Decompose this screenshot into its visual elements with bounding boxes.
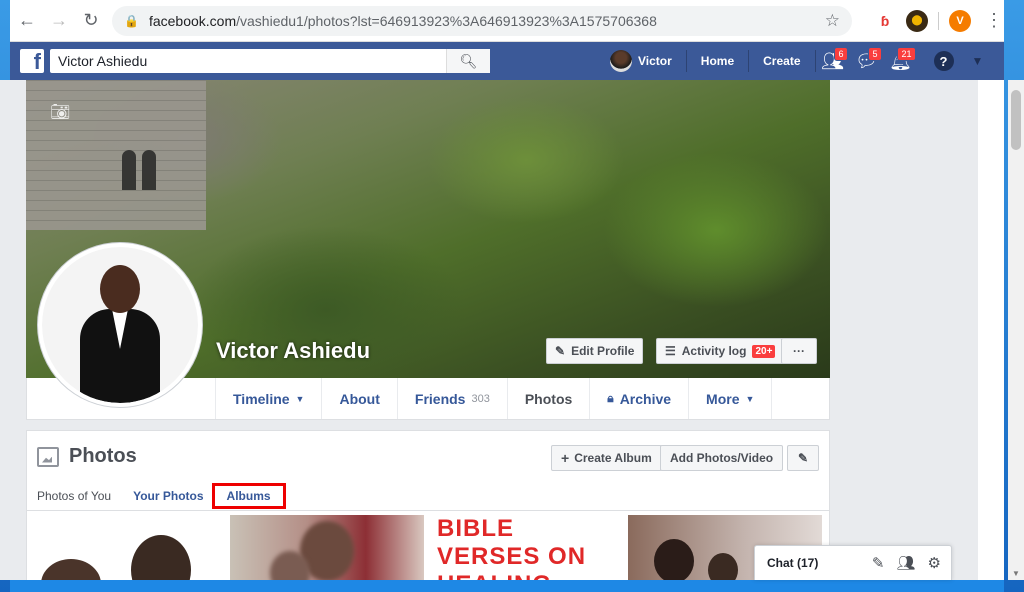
photo-thumbnail[interactable] [31, 515, 225, 580]
tab-albums[interactable]: Albums [211, 483, 286, 509]
search-icon[interactable]: 🔍︎ [446, 49, 490, 73]
photos-icon [37, 446, 59, 467]
browser-menu-icon[interactable]: ⋮ [985, 10, 1003, 31]
activity-log-badge: 20+ [752, 344, 776, 358]
friends-count: 303 [471, 392, 490, 405]
profile-picture-head [100, 265, 140, 313]
cover-window [122, 150, 136, 190]
tab-label: About [339, 390, 380, 407]
scrollbar-thumb[interactable] [1011, 90, 1021, 150]
profile-name[interactable]: Victor Ashiedu [216, 338, 370, 364]
help-icon[interactable]: ? [933, 51, 954, 71]
chevron-down-icon: ▼ [295, 393, 305, 404]
pencil-icon: ✎ [797, 451, 809, 465]
list-icon: ☰ [665, 344, 676, 358]
photo-text: BIBLE VERSES ON HEALING [437, 515, 587, 580]
create-album-button[interactable]: + Create Album [551, 445, 662, 471]
tab-label: Timeline [233, 390, 290, 407]
forward-icon[interactable]: → [44, 6, 74, 36]
photo-person [41, 559, 101, 580]
reload-icon[interactable]: ↻ [76, 6, 106, 36]
tab-label: More [706, 390, 740, 407]
account-menu-caret-icon[interactable]: ▼ [972, 54, 984, 68]
header-right-nav: Victor Home Create 👥︎ 6 💬︎ 5 🔔︎ 21 ? ▼ [610, 42, 983, 80]
tab-more[interactable]: More ▼ [688, 378, 773, 419]
chat-bar[interactable]: Chat (17) ✎ 👥︎ ⚙ [754, 545, 952, 580]
edit-profile-label: Edit Profile [571, 344, 635, 358]
header-user-name: Victor [638, 54, 672, 68]
tab-label: Friends [414, 390, 466, 407]
page-scrollbar[interactable]: ▼ [1008, 80, 1024, 580]
url-path: /vashiedu1/photos?lst=646913923%3A646913… [236, 12, 657, 29]
edit-photos-button[interactable]: ✎ [787, 445, 819, 471]
edit-profile-button[interactable]: ✎ Edit Profile [546, 338, 644, 364]
chevron-down-icon: ▼ [745, 393, 755, 404]
plus-icon: + [561, 450, 570, 466]
create-album-label: Create Album [574, 451, 652, 465]
address-bar[interactable]: 🔒 facebook.com/vashiedu1/photos?lst=6469… [112, 5, 852, 36]
create-link[interactable]: Create [749, 50, 816, 72]
sub-tabs-divider [27, 510, 829, 511]
more-options-button[interactable]: ··· [781, 338, 817, 364]
tab-timeline[interactable]: Timeline ▼ [215, 378, 321, 419]
tab-archive[interactable]: 🔒︎ Archive [589, 378, 688, 419]
pencil-icon: ✎ [555, 344, 566, 358]
photos-header: Photos [37, 445, 137, 468]
notifications-button[interactable]: 🔔︎ 21 [884, 42, 918, 80]
messages-button[interactable]: 💬︎ 5 [850, 42, 884, 80]
browser-profile-avatar[interactable]: V [949, 9, 971, 32]
chat-settings-gear-icon[interactable]: ⚙ [928, 554, 941, 572]
tab-label: Archive [619, 390, 672, 407]
url-host: facebook.com [148, 12, 237, 29]
photo-person [131, 535, 191, 580]
tab-label: Photos [524, 390, 573, 407]
profile-page: 📷︎ Victor Ashiedu ✎ Edit Profile ☰ Activ… [0, 80, 978, 580]
new-message-icon[interactable]: ✎ [872, 554, 885, 572]
header-profile-link[interactable]: Victor [610, 50, 687, 72]
extension-red-icon[interactable]: ɓ [874, 9, 896, 32]
photo-person [654, 539, 694, 580]
lock-icon: 🔒 [124, 13, 139, 28]
photo-person [708, 553, 738, 580]
home-link[interactable]: Home [687, 50, 750, 72]
notifications-badge: 21 [897, 47, 916, 61]
photos-title[interactable]: Photos [69, 445, 137, 468]
tab-about[interactable]: About [321, 378, 396, 419]
profile-tabs: Timeline ▼ About Friends 303 Photos 🔒︎ Archive M… [215, 378, 773, 419]
chat-label[interactable]: Chat (17) [767, 556, 818, 570]
profile-picture-image [42, 247, 198, 403]
extension-dark-icon[interactable]: ⬤ [906, 9, 928, 32]
add-photos-video-button[interactable]: Add Photos/Video [660, 445, 784, 471]
tab-photos[interactable]: Photos [506, 378, 589, 419]
bookmark-star-icon[interactable]: ☆ [825, 11, 840, 31]
tab-photos-of-you[interactable]: Photos of You [37, 489, 111, 503]
friend-requests-button[interactable]: 👥︎ 6 [816, 42, 850, 80]
facebook-header: f 🔍︎ Victor Home Create 👥︎ 6 💬︎ 5 🔔︎ 21 [10, 42, 1004, 80]
photo-thumbnail[interactable]: BIBLE VERSES ON HEALING [429, 515, 623, 580]
tab-friends[interactable]: Friends 303 [396, 378, 507, 419]
new-group-icon[interactable]: 👥︎ [897, 554, 916, 572]
tab-your-photos[interactable]: Your Photos [133, 489, 203, 503]
search-box: 🔍︎ [50, 49, 490, 73]
camera-icon[interactable]: 📷︎ [50, 102, 70, 122]
header-avatar [610, 50, 632, 72]
photo-thumbnail[interactable] [230, 515, 424, 580]
messages-badge: 5 [868, 47, 882, 61]
photo-grid: BIBLE VERSES ON HEALING [31, 515, 822, 580]
profile-picture[interactable] [38, 243, 202, 407]
search-input[interactable] [50, 50, 446, 72]
toolbar-separator [938, 11, 939, 30]
friend-requests-badge: 6 [834, 47, 848, 61]
photos-section: Photos + Create Album Add Photos/Video ✎… [26, 430, 830, 580]
facebook-logo-icon[interactable]: f [20, 49, 44, 73]
lock-icon: 🔒︎ [607, 391, 614, 405]
activity-log-button[interactable]: ☰ Activity log 20+ [656, 338, 785, 364]
scroll-down-arrow-icon[interactable]: ▼ [1012, 569, 1020, 578]
back-icon[interactable]: ← [12, 6, 42, 36]
activity-log-label: Activity log [681, 344, 747, 358]
browser-toolbar: ← → ↻ 🔒 facebook.com/vashiedu1/photos?ls… [10, 0, 1004, 42]
cover-window [142, 150, 156, 190]
photos-sub-tabs: Photos of You Your Photos Albums [37, 483, 286, 509]
